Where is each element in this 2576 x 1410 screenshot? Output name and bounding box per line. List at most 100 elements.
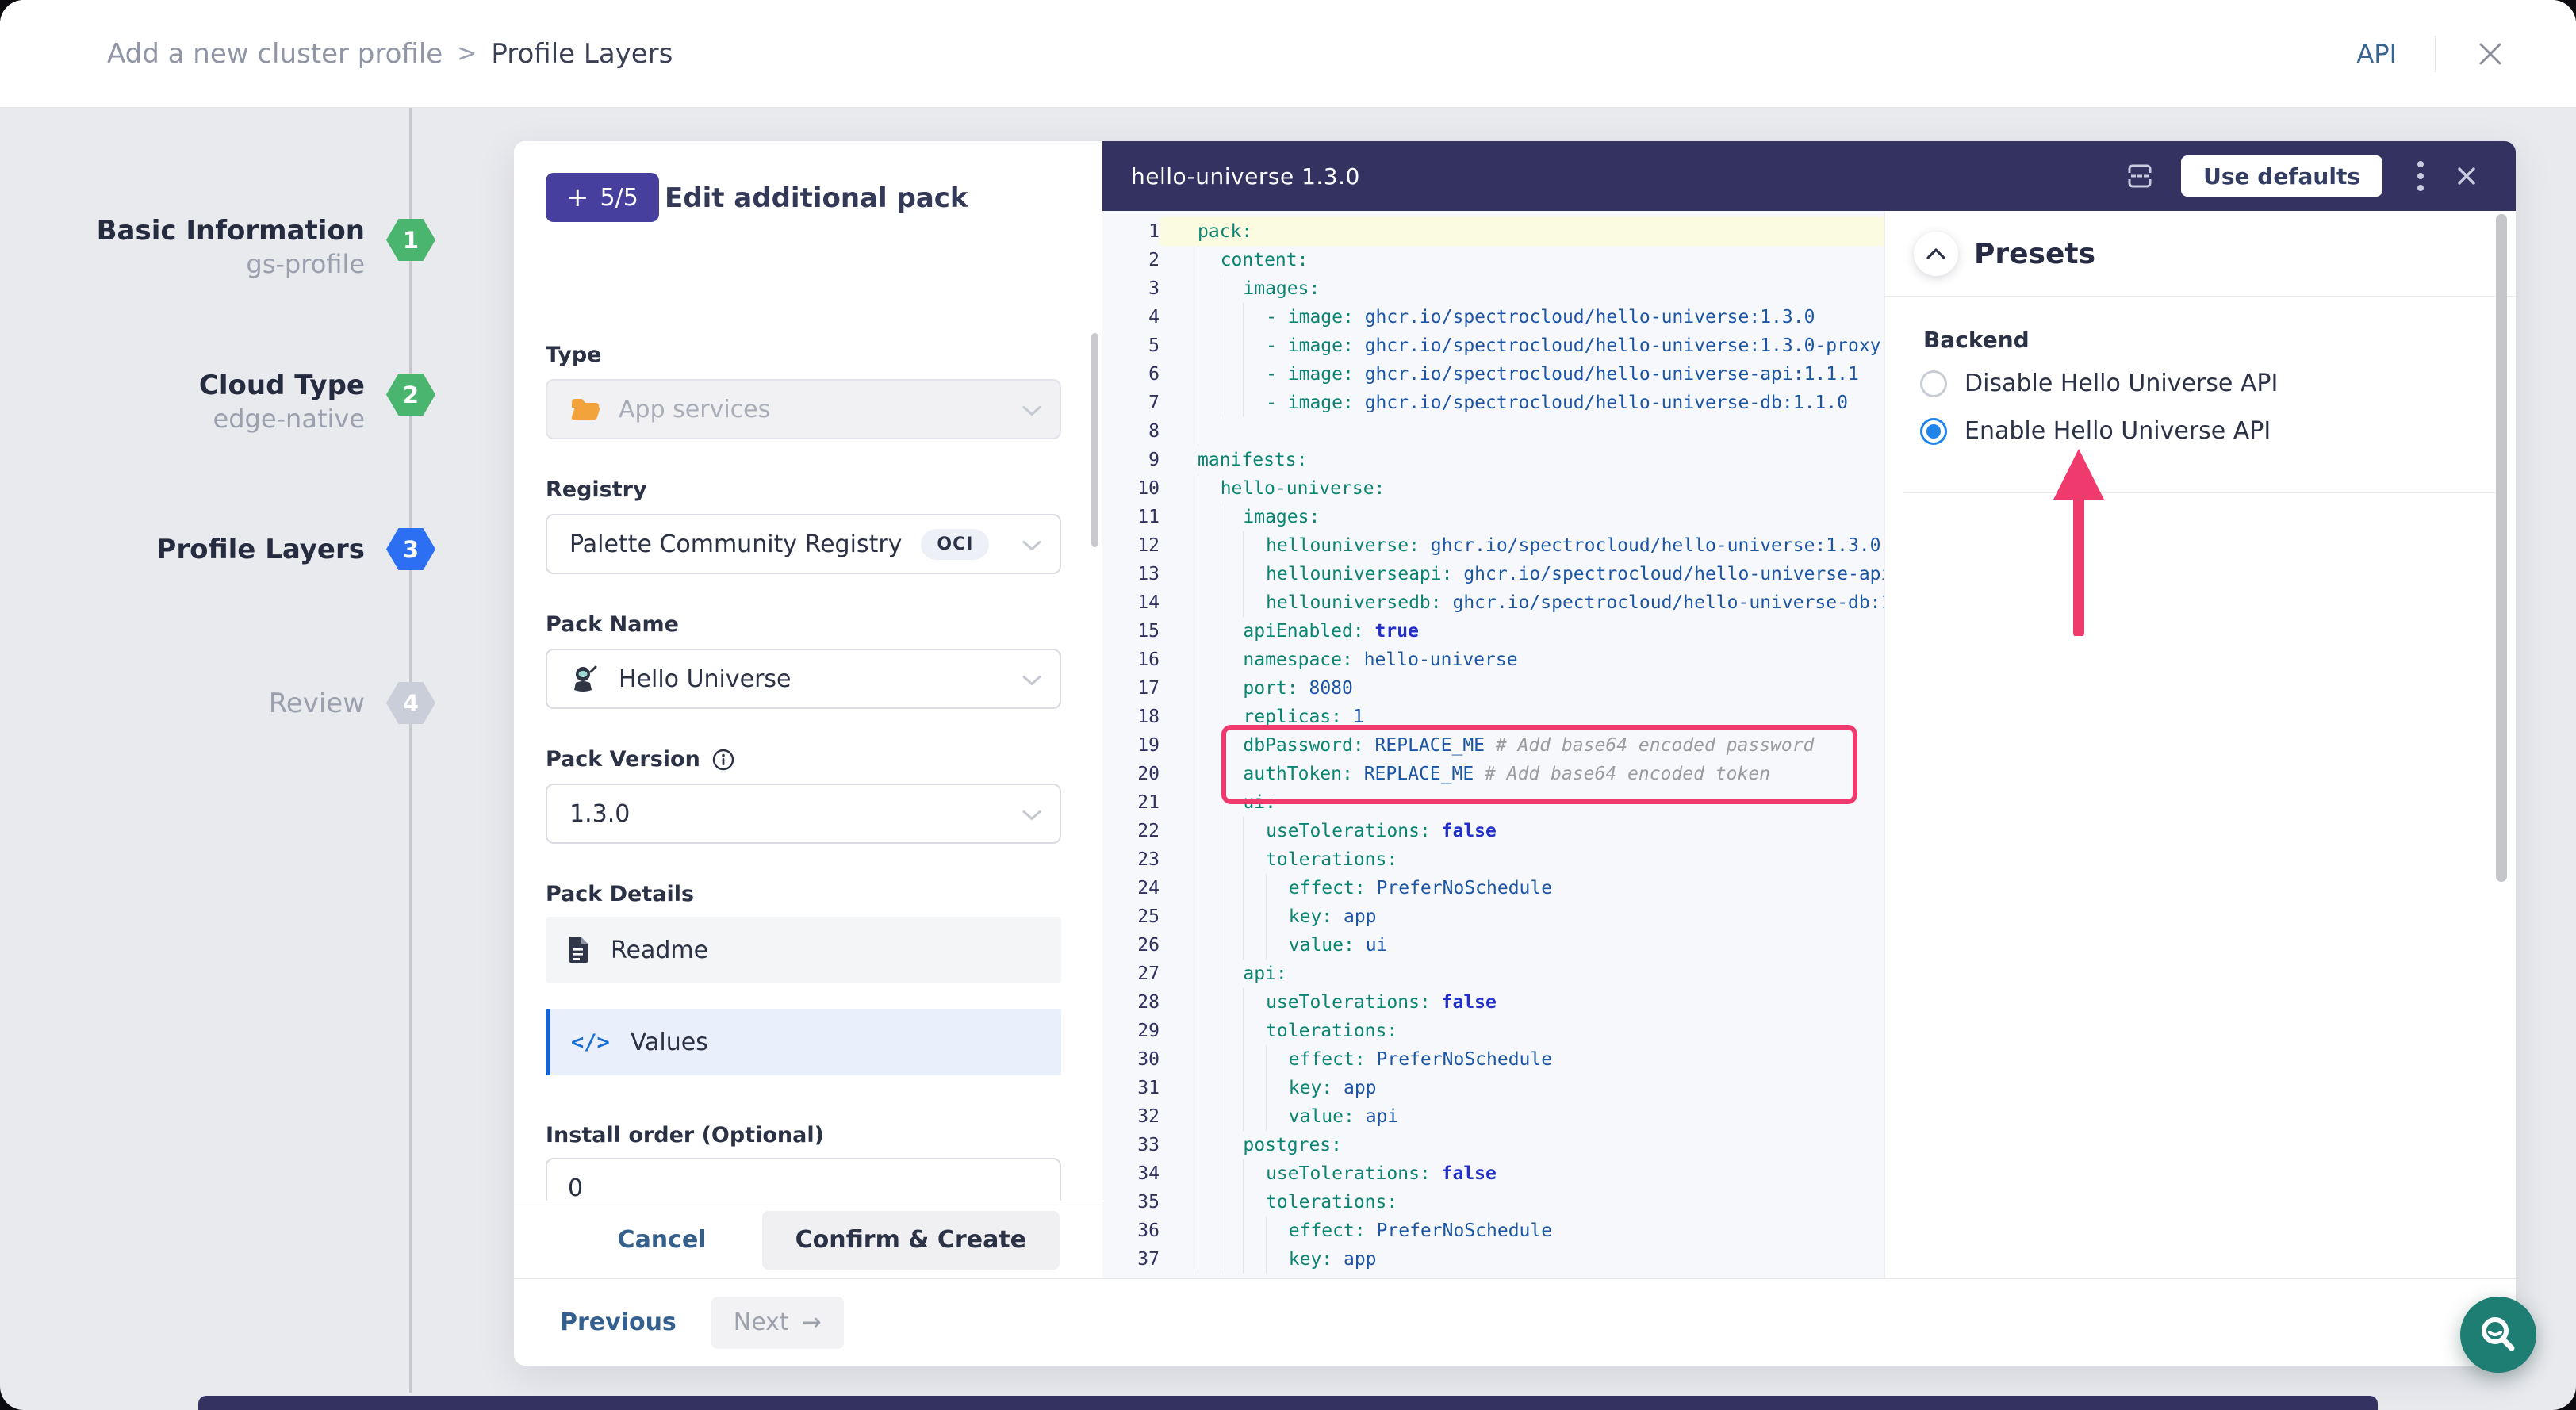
pack-version-value: 1.3.0 (569, 800, 630, 828)
step-title: Basic Information (48, 214, 365, 247)
pack-name-select[interactable]: Hello Universe (546, 649, 1061, 709)
line-number: 2 (1102, 246, 1160, 274)
chevron-down-icon (1022, 800, 1042, 828)
line-number: 11 (1102, 503, 1160, 531)
pack-form-panel: + 5/5 Edit additional pack Type App serv… (514, 141, 1102, 1278)
info-icon[interactable] (711, 748, 735, 772)
close-icon[interactable] (2474, 38, 2506, 70)
wizard-footer: Previous Next → (514, 1278, 2516, 1366)
code-line-16: 16namespace: hello-universe (1102, 646, 1884, 674)
presets-divider (1885, 296, 2516, 297)
editor-close-icon[interactable] (2449, 159, 2484, 193)
code-line-26: 26value: ui (1102, 931, 1884, 960)
step-title: Review (48, 687, 365, 720)
header-divider (2435, 36, 2436, 72)
pack-version-select[interactable]: 1.3.0 (546, 784, 1061, 844)
pack-details-label: Pack Details (546, 882, 694, 906)
search-fab[interactable] (2460, 1297, 2536, 1373)
step-indicator-1[interactable]: 1 (386, 219, 435, 261)
line-number: 1 (1102, 217, 1160, 246)
code-line-6: 6- image: ghcr.io/spectrocloud/hello-uni… (1102, 360, 1884, 389)
radio-selected-icon[interactable] (1920, 418, 1947, 445)
breadcrumb: Add a new cluster profile > Profile Laye… (107, 38, 673, 70)
code-line-11: 11images: (1102, 503, 1884, 531)
code-line-28: 28useTolerations: false (1102, 988, 1884, 1017)
editor-title: hello-universe 1.3.0 (1131, 163, 1360, 190)
code-line-29: 29tolerations: (1102, 1017, 1884, 1045)
code-line-4: 4- image: ghcr.io/spectrocloud/hello-uni… (1102, 303, 1884, 331)
code-icon: </> (571, 1030, 610, 1055)
line-number: 29 (1102, 1017, 1160, 1045)
breadcrumb-parent[interactable]: Add a new cluster profile (107, 38, 443, 70)
line-number: 31 (1102, 1074, 1160, 1102)
panel-scrollbar[interactable] (2496, 214, 2507, 882)
line-number: 37 (1102, 1245, 1160, 1274)
line-number: 28 (1102, 988, 1160, 1017)
step-indicator-2[interactable]: 2 (386, 374, 435, 416)
registry-label: Registry (546, 477, 647, 502)
oci-badge: OCI (921, 529, 989, 560)
line-number: 32 (1102, 1102, 1160, 1131)
form-scrollbar[interactable] (1091, 333, 1098, 547)
line-number: 20 (1102, 760, 1160, 788)
page: Add a new cluster profile > Profile Laye… (0, 0, 2576, 1410)
diff-view-icon[interactable] (2122, 159, 2157, 193)
radio-unselected-icon[interactable] (1920, 370, 1947, 397)
presets-title: Presets (1974, 238, 2095, 270)
step-indicator-3[interactable]: 3 (386, 528, 435, 570)
values-tab[interactable]: </> Values (546, 1009, 1061, 1075)
registry-select[interactable]: Palette Community Registry OCI (546, 514, 1061, 574)
code-line-30: 30effect: PreferNoSchedule (1102, 1045, 1884, 1074)
folder-icon (569, 396, 601, 423)
stepper-step-4[interactable]: Review (48, 687, 365, 720)
pack-name-value: Hello Universe (619, 665, 792, 693)
code-lines: 1pack:2content:3images:4- image: ghcr.io… (1102, 217, 1884, 1274)
form-body: Type App services Registry Palette Commu… (514, 228, 1102, 1201)
collapse-presets-button[interactable] (1914, 232, 1958, 276)
stepper-step-3[interactable]: Profile Layers (48, 533, 365, 566)
code-line-15: 15apiEnabled: true (1102, 617, 1884, 646)
yaml-editor[interactable]: 1pack:2content:3images:4- image: ghcr.io… (1102, 211, 1884, 1278)
next-button[interactable]: Next → (711, 1297, 844, 1349)
code-line-20: 20authToken: REPLACE_ME # Add base64 enc… (1102, 760, 1884, 788)
readme-label: Readme (611, 937, 708, 964)
pack-version-label-text: Pack Version (546, 747, 700, 772)
confirm-create-button[interactable]: Confirm & Create (762, 1211, 1060, 1270)
next-label: Next (734, 1308, 789, 1336)
arrow-right-icon: → (802, 1308, 822, 1336)
previous-button[interactable]: Previous (560, 1308, 677, 1336)
code-line-33: 33postgres: (1102, 1131, 1884, 1159)
step-subtitle: edge-native (48, 402, 365, 435)
use-defaults-button[interactable]: Use defaults (2181, 155, 2382, 197)
stepper-step-2[interactable]: Cloud Typeedge-native (48, 369, 365, 435)
line-number: 36 (1102, 1217, 1160, 1245)
line-number: 6 (1102, 360, 1160, 389)
code-line-3: 3images: (1102, 274, 1884, 303)
kebab-menu-icon[interactable] (2403, 159, 2438, 193)
document-icon (566, 936, 590, 964)
code-line-19: 19dbPassword: REPLACE_ME # Add base64 en… (1102, 731, 1884, 760)
pack-count: 5/5 (600, 184, 638, 212)
readme-tab[interactable]: Readme (546, 917, 1061, 983)
cancel-button[interactable]: Cancel (618, 1226, 707, 1254)
code-line-23: 23tolerations: (1102, 845, 1884, 874)
preset-option-2[interactable]: Enable Hello Universe API (1920, 417, 2271, 445)
annotation-arrow (2034, 444, 2123, 636)
code-line-2: 2content: (1102, 246, 1884, 274)
code-line-10: 10hello-universe: (1102, 474, 1884, 503)
presets-panel: Presets Backend Disable Hello Universe A… (1884, 211, 2516, 1278)
api-link[interactable]: API (2356, 39, 2397, 69)
astronaut-icon (569, 664, 600, 694)
install-order-input[interactable] (546, 1158, 1061, 1201)
line-number: 9 (1102, 446, 1160, 474)
step-indicator-4[interactable]: 4 (386, 682, 435, 724)
code-line-5: 5- image: ghcr.io/spectrocloud/hello-uni… (1102, 331, 1884, 360)
pack-count-badge: + 5/5 (546, 173, 659, 222)
line-number: 22 (1102, 817, 1160, 845)
preset-option-1[interactable]: Disable Hello Universe API (1920, 370, 2278, 397)
line-number: 33 (1102, 1131, 1160, 1159)
presets-divider-bottom (1904, 492, 2497, 493)
line-number: 16 (1102, 646, 1160, 674)
line-number: 26 (1102, 931, 1160, 960)
stepper-step-1[interactable]: Basic Informationgs-profile (48, 214, 365, 281)
